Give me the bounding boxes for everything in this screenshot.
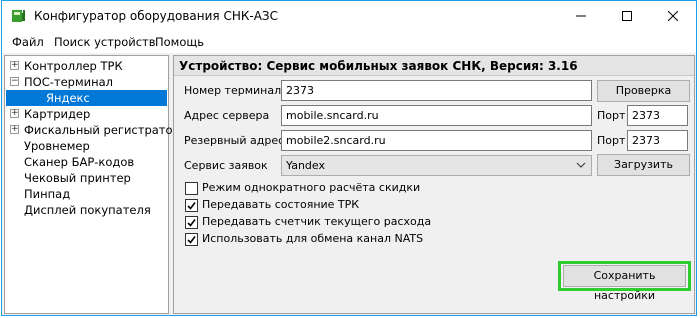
save-settings-button[interactable]: Сохранить настройки xyxy=(563,265,686,302)
minimize-button[interactable] xyxy=(558,1,604,31)
terminal-number-label: Номер терминала xyxy=(184,84,288,97)
load-button[interactable]: Загрузить xyxy=(597,154,690,176)
tree-item-barcode-scanner[interactable]: Сканер БАР-кодов xyxy=(24,154,134,170)
menu-device-search[interactable]: Поиск устройств xyxy=(54,35,156,49)
maximize-button[interactable] xyxy=(604,1,650,31)
checkmark-icon xyxy=(187,202,196,210)
request-service-select[interactable]: Yandex xyxy=(281,155,592,176)
backup-port-input[interactable]: 2373 xyxy=(627,130,688,151)
single-discount-checkbox[interactable] xyxy=(185,182,198,195)
tree-item-level-gauge[interactable]: Уровнемер xyxy=(24,138,90,154)
device-tree: + Контроллер ТРК − ПОС-терминал Яндекс +… xyxy=(4,55,180,314)
send-pump-state-label: Передавать состояние ТРК xyxy=(202,198,360,211)
app-window: Конфигуратор оборудования СНК-АЗС Файл П… xyxy=(1,0,697,316)
server-port-input[interactable]: 2373 xyxy=(627,105,688,126)
device-header: Устройство: Сервис мобильных заявок СНК,… xyxy=(174,56,694,76)
backup-port-label: Порт xyxy=(597,134,626,147)
menu-help[interactable]: Помощь xyxy=(155,35,204,49)
server-port-label: Порт xyxy=(597,109,626,122)
use-nats-checkbox[interactable] xyxy=(185,233,198,246)
maximize-icon xyxy=(622,11,632,21)
tree-item-pinpad[interactable]: Пинпад xyxy=(24,186,70,202)
expand-icon[interactable]: + xyxy=(10,109,19,118)
expand-icon[interactable]: + xyxy=(10,125,19,134)
chevron-down-icon xyxy=(576,162,586,168)
request-service-label: Сервис заявок xyxy=(184,159,268,172)
collapse-icon[interactable]: − xyxy=(10,77,19,86)
send-flow-counter-checkbox[interactable] xyxy=(185,216,198,229)
menu-file[interactable]: Файл xyxy=(12,35,44,49)
send-pump-state-checkbox[interactable] xyxy=(185,199,198,212)
window-title: Конфигуратор оборудования СНК-АЗС xyxy=(34,9,278,23)
server-address-label: Адрес сервера xyxy=(184,109,270,122)
tree-item-yandex[interactable]: Яндекс xyxy=(6,90,167,106)
terminal-number-input[interactable]: 2373 xyxy=(281,80,592,101)
menu-bar: Файл Поиск устройств Помощь xyxy=(2,31,696,53)
tree-item-customer-display[interactable]: Дисплей покупателя xyxy=(24,202,151,218)
close-icon xyxy=(668,11,678,21)
minimize-icon xyxy=(576,15,586,17)
request-service-value: Yandex xyxy=(286,159,325,172)
tree-item-receipt-printer[interactable]: Чековый принтер xyxy=(24,170,131,186)
app-icon xyxy=(12,10,25,22)
server-address-input[interactable]: mobile.sncard.ru xyxy=(281,105,592,126)
send-flow-counter-label: Передавать счетчик текущего расхода xyxy=(202,215,432,228)
close-button[interactable] xyxy=(650,1,696,31)
backup-address-input[interactable]: mobile2.sncard.ru xyxy=(281,130,592,151)
title-bar[interactable]: Конфигуратор оборудования СНК-АЗС xyxy=(2,1,696,31)
expand-icon[interactable]: + xyxy=(10,61,19,70)
backup-address-label: Резервный адрес xyxy=(184,134,285,147)
checkmark-icon xyxy=(187,236,196,244)
single-discount-label: Режим однократного расчёта скидки xyxy=(202,181,421,194)
checkmark-icon xyxy=(187,219,196,227)
use-nats-label: Использовать для обмена канал NATS xyxy=(202,232,424,245)
check-connection-button[interactable]: Проверка связи xyxy=(597,80,690,117)
